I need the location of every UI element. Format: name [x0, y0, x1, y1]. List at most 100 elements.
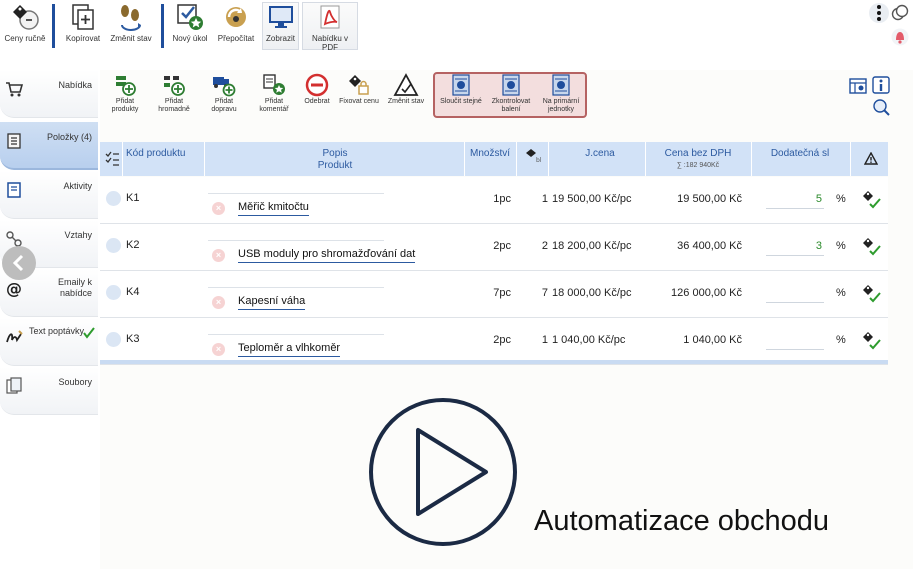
price-ok-icon[interactable]	[860, 282, 882, 304]
delete-row-icon[interactable]: ×	[212, 202, 225, 215]
coins-icon[interactable]	[891, 4, 909, 22]
toolbar-separator	[52, 4, 55, 48]
check-packaging-button[interactable]: Zkontrolovat balení	[486, 73, 536, 117]
header-additional-discount[interactable]: Dodatečná sl	[760, 148, 840, 160]
fix-price-button[interactable]: Fixovat cenu	[336, 73, 382, 117]
add-comment-button[interactable]: Přidat komentář	[252, 73, 296, 117]
delete-row-icon[interactable]: ×	[212, 343, 225, 356]
recalculate-button[interactable]: Přepočítat	[214, 2, 258, 52]
header-quantity[interactable]: Množství	[466, 148, 514, 160]
manual-prices-button[interactable]: Ceny ručně	[2, 2, 48, 52]
remove-circle-icon	[304, 73, 330, 97]
sidebar-item-items[interactable]: Položky (4)	[0, 122, 98, 170]
price-ok-icon[interactable]	[860, 188, 882, 210]
row-select-radio[interactable]	[106, 191, 121, 206]
sidebar-item-request-text[interactable]: Text poptávky	[0, 318, 98, 366]
copy-document-icon	[68, 2, 98, 32]
offer-pdf-button[interactable]: Nabídku v PDF	[302, 2, 358, 52]
product-description[interactable]: Kapesní váha	[238, 295, 306, 310]
email-at-icon: @	[6, 279, 22, 297]
svg-text:@: @	[6, 279, 22, 297]
change-status-button[interactable]: Změnit stav	[106, 2, 156, 52]
price-ok-icon[interactable]	[860, 329, 882, 351]
add-bulk-button[interactable]: Přidat hromadně	[152, 73, 196, 117]
price-tag-gear-icon	[10, 2, 40, 32]
header-divider	[850, 142, 851, 176]
overlay-caption: Automatizace obchodu	[534, 505, 830, 537]
items-toolbar: Přidat produkty Přidat hromadně Přidat d…	[100, 70, 913, 120]
pdf-icon	[315, 2, 345, 32]
notification-bell-icon[interactable]	[891, 28, 909, 46]
info-icon[interactable]	[872, 76, 890, 94]
show-button[interactable]: Zobrazit	[262, 2, 299, 52]
activity-book-icon	[7, 182, 21, 198]
total-price: 19 500,00 Kč	[677, 193, 742, 205]
merge-same-button[interactable]: Sloučit stejné	[436, 73, 486, 117]
percent-sign: %	[836, 334, 846, 346]
table-row[interactable]: K4 × Kapesní váha 7pc 7 18 000,00 Kč/pc …	[100, 271, 888, 318]
row-select-radio[interactable]	[106, 285, 121, 300]
header-divider	[751, 142, 752, 176]
sidebar-item-offer[interactable]: Nabídka	[0, 70, 98, 118]
delete-row-icon[interactable]: ×	[212, 296, 225, 309]
table-row[interactable]: K3 × Teploměr a vlhkoměr 2pc 1 1 040,00 …	[100, 318, 888, 365]
quantity: 2pc	[493, 240, 511, 252]
price-ok-icon[interactable]	[860, 235, 882, 257]
desc-divider	[208, 193, 384, 194]
files-icon	[6, 377, 22, 394]
discount-input[interactable]: 3	[766, 240, 824, 256]
task-check-icon	[175, 2, 205, 32]
header-product-code[interactable]: Kód produktu	[126, 148, 196, 160]
primary-units-icon	[548, 73, 574, 97]
chevron-left-icon	[12, 254, 24, 272]
more-menu-icon[interactable]	[869, 2, 889, 24]
top-right-icons	[869, 2, 909, 52]
header-unit-price[interactable]: J.cena	[570, 148, 630, 160]
signature-icon	[6, 330, 23, 343]
collapse-sidebar-button[interactable]	[2, 246, 36, 280]
table-row[interactable]: K1 × Měřič kmitočtu 1pc 1 19 500,00 Kč/p…	[100, 177, 888, 224]
unit-price: 18 000,00 Kč/pc	[552, 287, 632, 299]
truck-icon	[211, 73, 237, 97]
product-description[interactable]: Teploměr a vlhkoměr	[238, 342, 341, 357]
copy-button[interactable]: Kopírovat	[62, 2, 104, 52]
recalculate-icon	[221, 2, 251, 32]
discount-input[interactable]	[766, 287, 824, 303]
sidebar-item-files[interactable]: Soubory	[0, 367, 98, 415]
warning-triangle-icon	[393, 73, 419, 97]
product-description[interactable]: USB moduly pro shromažďování dat	[238, 248, 416, 263]
discount-input[interactable]	[766, 334, 824, 350]
total-price: 36 400,00 Kč	[677, 240, 742, 252]
items-table-header: Kód produktu Popis Produkt Množství bl J…	[100, 142, 888, 176]
package-count: 7	[541, 287, 548, 299]
product-description[interactable]: Měřič kmitočtu	[238, 201, 309, 216]
play-video-icon[interactable]	[368, 397, 518, 547]
discount-input[interactable]: 5	[766, 193, 824, 209]
new-task-button[interactable]: Nový úkol	[170, 2, 210, 52]
items-change-status-button[interactable]: Změnit stav	[384, 73, 428, 117]
select-all-icon[interactable]	[105, 151, 119, 167]
sidebar-item-activities[interactable]: Aktivity	[0, 171, 98, 219]
check-icon	[83, 327, 95, 339]
table-row[interactable]: K2 × USB moduly pro shromažďování dat 2p…	[100, 224, 888, 271]
primary-units-button[interactable]: Na primární jednotky	[536, 73, 586, 117]
package-count: 1	[541, 193, 548, 205]
header-divider	[548, 142, 549, 176]
top-toolbar: Ceny ručně Kopírovat Změnit stav Nový úk…	[0, 0, 913, 54]
help-search-icon[interactable]	[872, 98, 890, 116]
row-select-radio[interactable]	[106, 332, 121, 347]
product-code: K2	[126, 239, 140, 251]
header-divider	[204, 142, 205, 176]
row-select-radio[interactable]	[106, 238, 121, 253]
header-divider	[464, 142, 465, 176]
header-total-no-vat[interactable]: Cena bez DPH ∑ :182 940Kč	[653, 148, 743, 172]
remove-button[interactable]: Odebrat	[300, 73, 334, 117]
header-description[interactable]: Popis Produkt	[280, 148, 390, 172]
warning-icon	[864, 152, 878, 165]
table-settings-icon[interactable]	[848, 76, 868, 96]
delete-row-icon[interactable]: ×	[212, 249, 225, 262]
add-shipping-button[interactable]: Přidat dopravu	[204, 73, 244, 117]
package-count: 2	[541, 240, 548, 252]
quantity: 2pc	[493, 334, 511, 346]
add-products-button[interactable]: Přidat produkty	[106, 73, 144, 117]
